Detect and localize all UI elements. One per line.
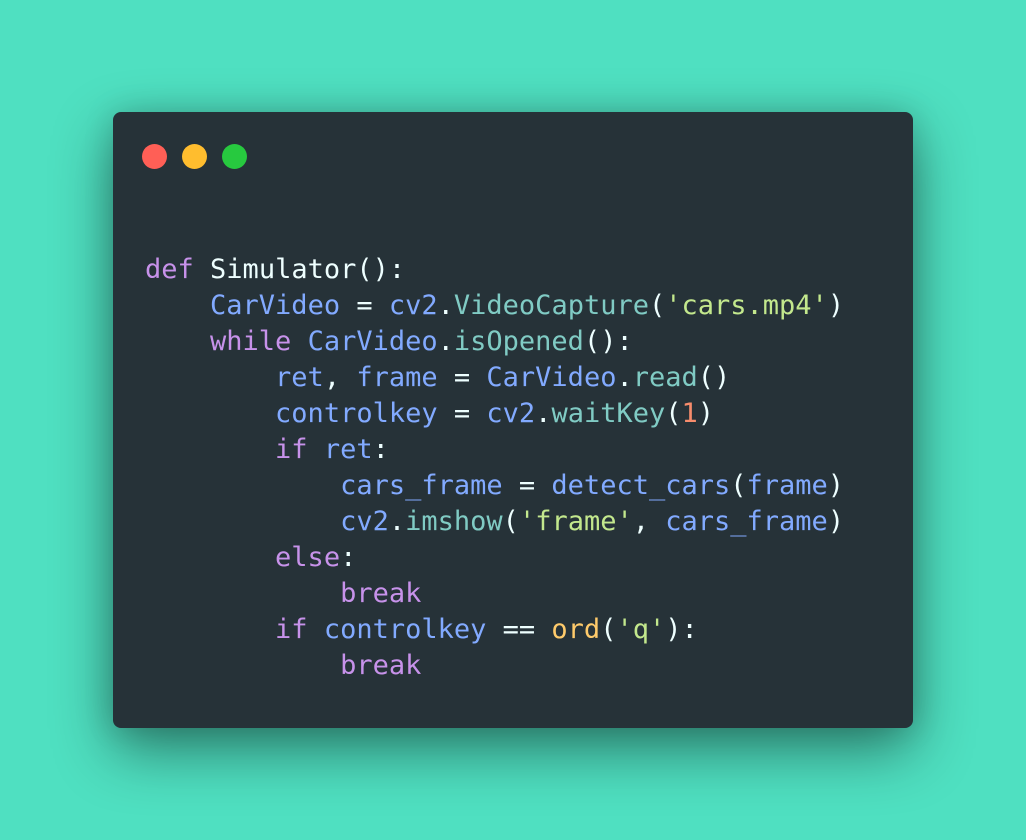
code-token-plain: = — [437, 398, 487, 429]
code-token-variable: ret — [323, 434, 373, 465]
code-token-plain: : — [372, 434, 389, 465]
code-token-plain: () — [697, 362, 731, 393]
code-line: def Simulator(): — [145, 252, 844, 288]
code-line: if controlkey == ord('q'): — [145, 612, 844, 648]
code-token-plain: : — [340, 542, 357, 573]
code-token-plain: ) — [827, 506, 845, 537]
code-line: CarVideo = cv2.VideoCapture('cars.mp4') — [145, 288, 844, 324]
code-token-plain: = — [437, 362, 487, 393]
code-token-keyword: break — [340, 650, 422, 681]
code-token-number: 1 — [681, 398, 698, 429]
close-dot-icon[interactable] — [142, 144, 167, 169]
code-token-keyword: else — [275, 542, 341, 573]
code-token-keyword: while — [210, 326, 292, 357]
code-token-variable: cv2 — [388, 290, 438, 321]
minimize-dot-icon[interactable] — [182, 144, 207, 169]
code-token-plain: (): — [583, 326, 633, 357]
maximize-dot-icon[interactable] — [222, 144, 247, 169]
code-token-variable: cv2 — [340, 506, 389, 537]
code-token-variable: controlkey — [323, 614, 487, 645]
code-token-builtin: ord — [551, 614, 601, 645]
code-token-variable: frame — [356, 362, 438, 393]
code-token-plain: . — [535, 398, 552, 429]
code-token-plain: ) — [827, 290, 845, 321]
code-token-string: 'q' — [616, 614, 666, 645]
code-token-plain: ( — [502, 506, 519, 537]
code-token-keyword: def — [145, 254, 194, 285]
code-line: if ret: — [145, 432, 844, 468]
code-token-plain: (): — [356, 254, 406, 285]
code-line: break — [145, 648, 844, 684]
code-token-variable: CarVideo — [210, 290, 341, 321]
code-token-variable: CarVideo — [486, 362, 617, 393]
code-token-plain: ( — [665, 398, 682, 429]
code-line: cars_frame = detect_cars(frame) — [145, 468, 844, 504]
code-token-plain: = — [502, 470, 552, 501]
code-token-plain: ( — [648, 290, 666, 321]
code-token-plain: ) — [827, 470, 845, 501]
code-token-plain: ( — [600, 614, 617, 645]
code-token-method: read — [632, 362, 698, 393]
code-token-string: 'cars.mp4' — [665, 290, 828, 321]
code-token-variable: cars_frame — [340, 470, 503, 501]
code-line: else: — [145, 540, 844, 576]
code-token-plain: ) — [697, 398, 715, 429]
code-token-plain: . — [437, 326, 454, 357]
code-token-plain: ): — [665, 614, 698, 645]
code-token-method: isOpened — [453, 326, 584, 357]
code-token-method: waitKey — [551, 398, 666, 429]
code-window: def Simulator(): CarVideo = cv2.VideoCap… — [113, 112, 913, 728]
code-line: cv2.imshow('frame', cars_frame) — [145, 504, 844, 540]
code-token-variable: frame — [746, 470, 828, 501]
code-token-plain: . — [388, 506, 406, 537]
code-token-plain: ( — [730, 470, 747, 501]
code-token-plain: Simulator — [210, 254, 357, 285]
code-token-keyword: if — [275, 614, 308, 645]
code-token-keyword: break — [340, 578, 422, 609]
code-token-method: imshow — [405, 506, 503, 537]
code-token-variable: CarVideo — [307, 326, 438, 357]
code-token-plain: = — [340, 290, 389, 321]
code-line: ret, frame = CarVideo.read() — [145, 360, 844, 396]
code-token-plain: == — [486, 614, 552, 645]
code-block: def Simulator(): CarVideo = cv2.VideoCap… — [145, 252, 844, 684]
window-controls — [142, 144, 247, 169]
code-line: while CarVideo.isOpened(): — [145, 324, 844, 360]
code-line: controlkey = cv2.waitKey(1) — [145, 396, 844, 432]
code-token-plain: , — [632, 506, 666, 537]
code-token-method: VideoCapture — [453, 290, 649, 321]
code-token-plain: . — [437, 290, 454, 321]
code-token-variable: ret — [275, 362, 324, 393]
code-token-variable: controlkey — [275, 398, 438, 429]
code-token-string: 'frame' — [518, 506, 633, 537]
code-token-variable: cv2 — [486, 398, 536, 429]
code-token-plain: , — [323, 362, 357, 393]
code-token-keyword: if — [275, 434, 308, 465]
code-token-variable: detect_cars — [551, 470, 731, 501]
code-line: break — [145, 576, 844, 612]
code-token-plain: . — [616, 362, 633, 393]
code-token-variable: cars_frame — [665, 506, 828, 537]
